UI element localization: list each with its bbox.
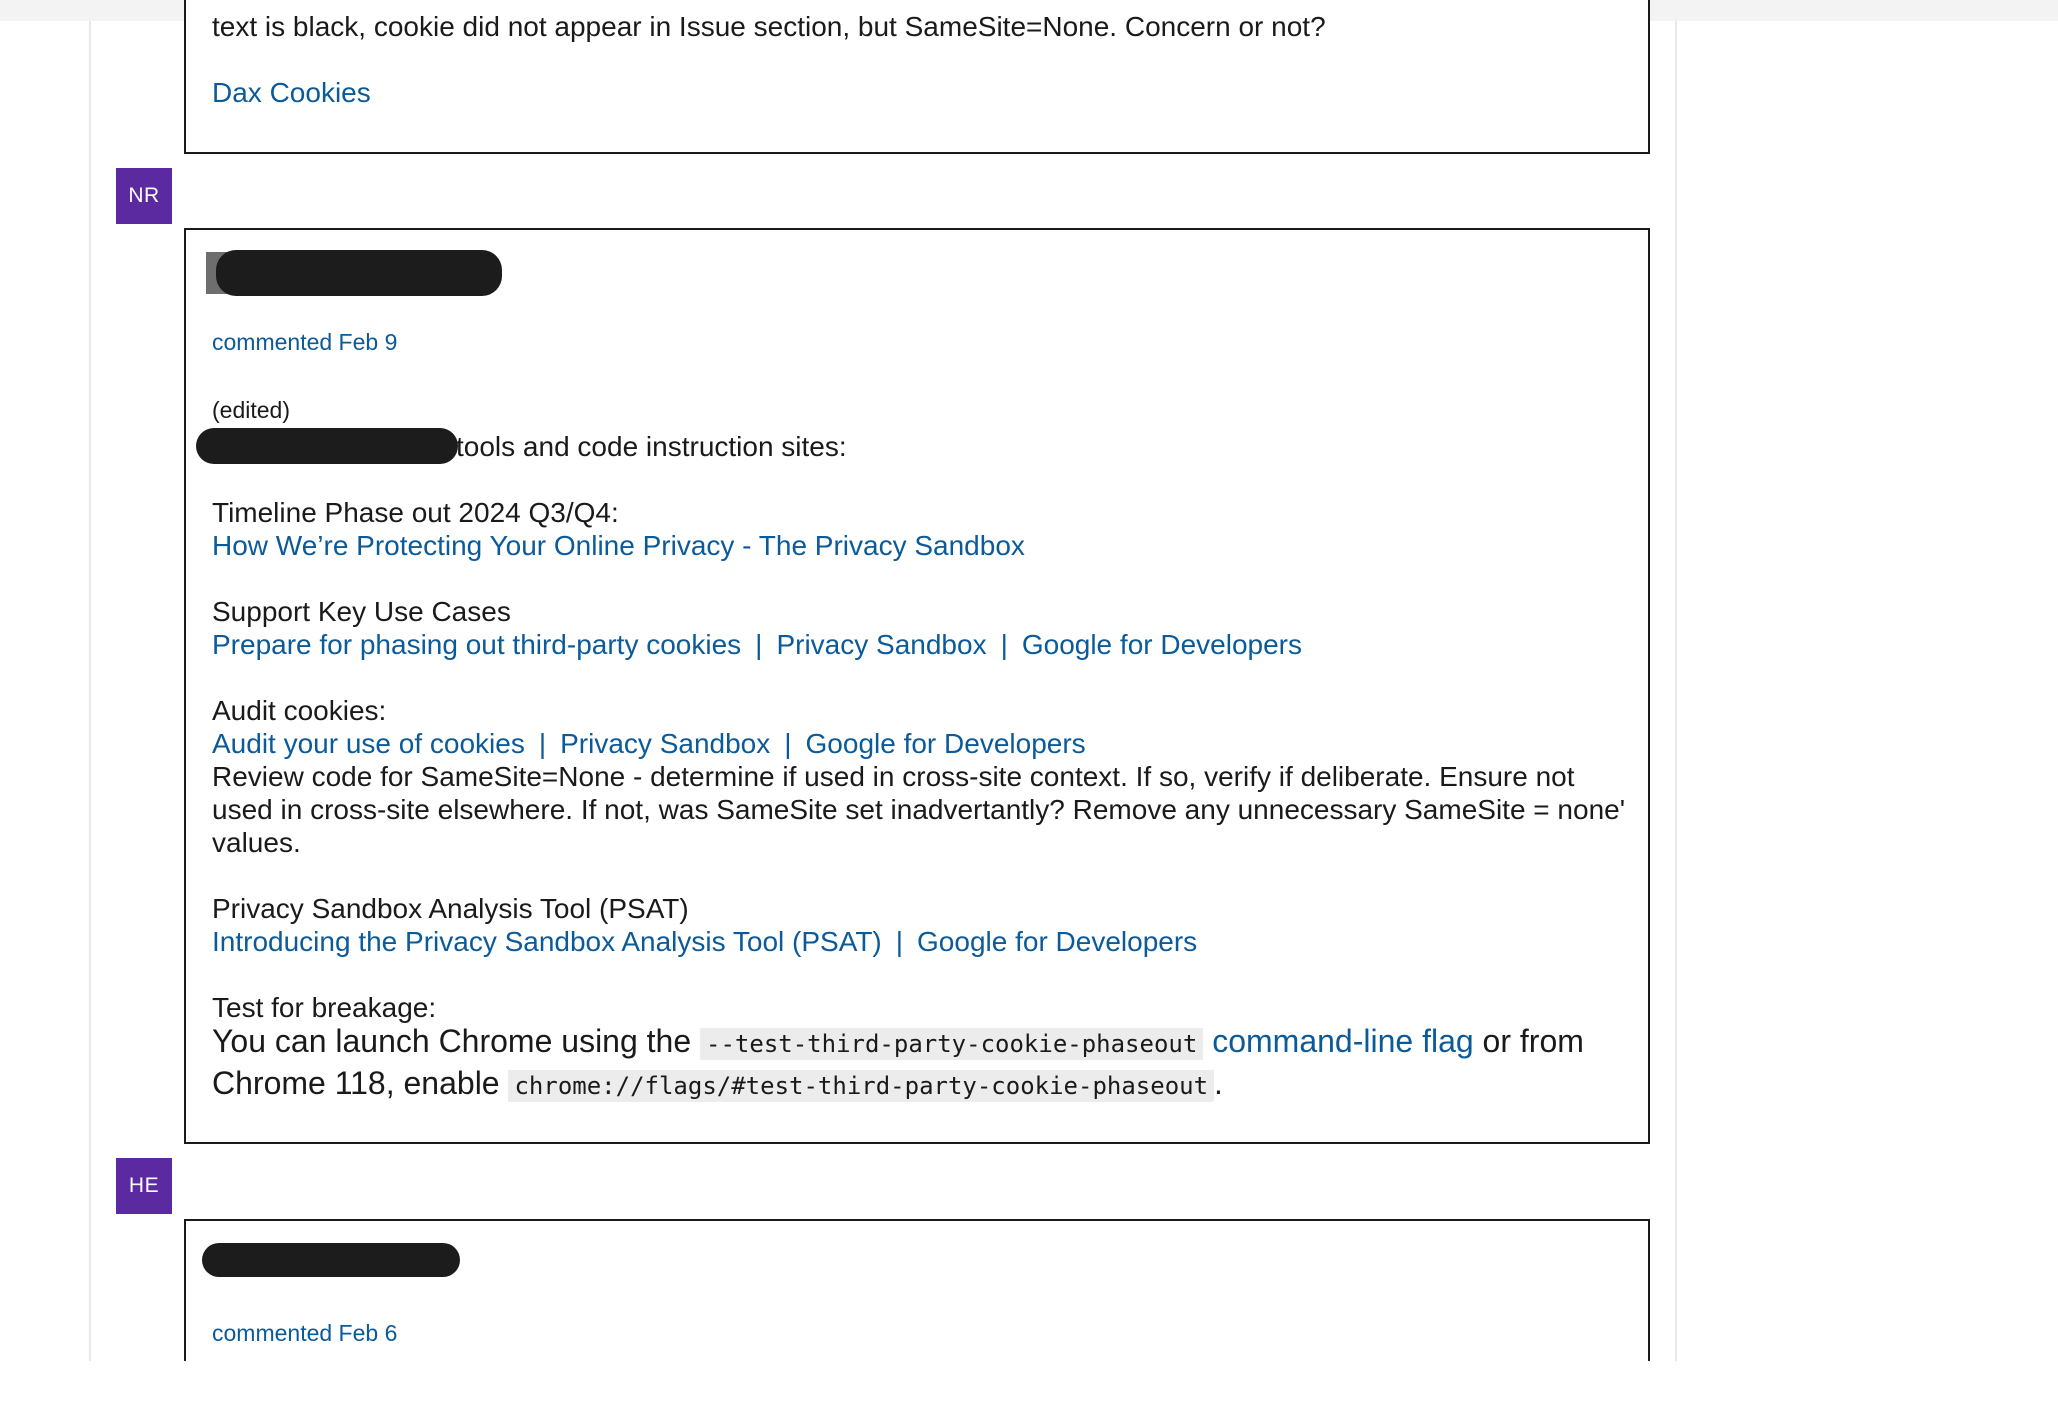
psat-links: Introducing the Privacy Sandbox Analysis… <box>212 925 1197 958</box>
psat-intro-link[interactable]: Introducing the Privacy Sandbox Analysis… <box>212 926 882 957</box>
comment-body-text: text is black, cookie did not appear in … <box>212 11 1326 42</box>
psat-label: Privacy Sandbox Analysis Tool (PSAT) <box>212 893 689 924</box>
timeline-label: Timeline Phase out 2024 Q3/Q4: <box>212 497 619 528</box>
comment-meta-date[interactable]: commented Feb 6 <box>212 1317 397 1350</box>
breakage-text: . <box>1214 1065 1223 1101</box>
intro-text: tools and code instruction sites: <box>456 431 847 462</box>
comment-card-previous: text is black, cookie did not appear in … <box>184 0 1650 154</box>
comment-meta-date[interactable]: commented Feb 9 <box>212 326 397 359</box>
comment-card-nr: commented Feb 9 (edited) tools and code … <box>184 228 1650 1144</box>
redaction-mark <box>196 428 458 464</box>
redaction-mark <box>216 250 502 296</box>
audit-text: Review code for SameSite=None - determin… <box>212 761 1626 858</box>
edited-label: (edited) <box>212 397 290 423</box>
google-developers-link[interactable]: Google for Developers <box>806 728 1086 759</box>
page-bottom <box>0 1361 2058 1416</box>
breakage-text: You can launch Chrome using the <box>212 1023 701 1059</box>
code-flag: --test-third-party-cookie-phaseout <box>700 1028 1204 1060</box>
code-chrome-flag: chrome://flags/#test-third-party-cookie-… <box>508 1070 1215 1102</box>
google-developers-link[interactable]: Google for Developers <box>1022 629 1302 660</box>
timeline-link[interactable]: How We’re Protecting Your Online Privacy… <box>212 529 1025 562</box>
redaction-mark <box>202 1243 460 1277</box>
dax-cookies-link[interactable]: Dax Cookies <box>212 76 371 109</box>
audit-cookies-link[interactable]: Audit your use of cookies <box>212 728 525 759</box>
content-rail-left <box>89 21 91 1361</box>
audit-label: Audit cookies: <box>212 695 387 726</box>
command-line-flag-link[interactable]: command-line flag <box>1212 1023 1473 1059</box>
use-cases-label: Support Key Use Cases <box>212 596 511 627</box>
privacy-sandbox-link[interactable]: Privacy Sandbox <box>560 728 770 759</box>
separator: | <box>1000 629 1008 660</box>
separator: | <box>895 926 904 957</box>
privacy-sandbox-link[interactable]: Privacy Sandbox <box>776 629 986 660</box>
separator: | <box>784 728 792 759</box>
phasing-out-link[interactable]: Prepare for phasing out third-party cook… <box>212 629 741 660</box>
use-cases-links: Prepare for phasing out third-party cook… <box>212 628 1302 661</box>
breakage-label: Test for breakage: <box>212 992 437 1023</box>
separator: | <box>755 629 763 660</box>
content-rail-right <box>1675 21 1677 1361</box>
avatar: HE <box>116 1158 172 1214</box>
separator: | <box>538 728 547 759</box>
avatar: NR <box>116 168 172 224</box>
comment-card-he: commented Feb 6 <box>184 1219 1650 1379</box>
breakage-instructions: You can launch Chrome using the --test-t… <box>212 1022 1632 1106</box>
google-developers-link[interactable]: Google for Developers <box>917 926 1197 957</box>
audit-links: Audit your use of cookies | Privacy Sandbo… <box>212 727 1086 760</box>
